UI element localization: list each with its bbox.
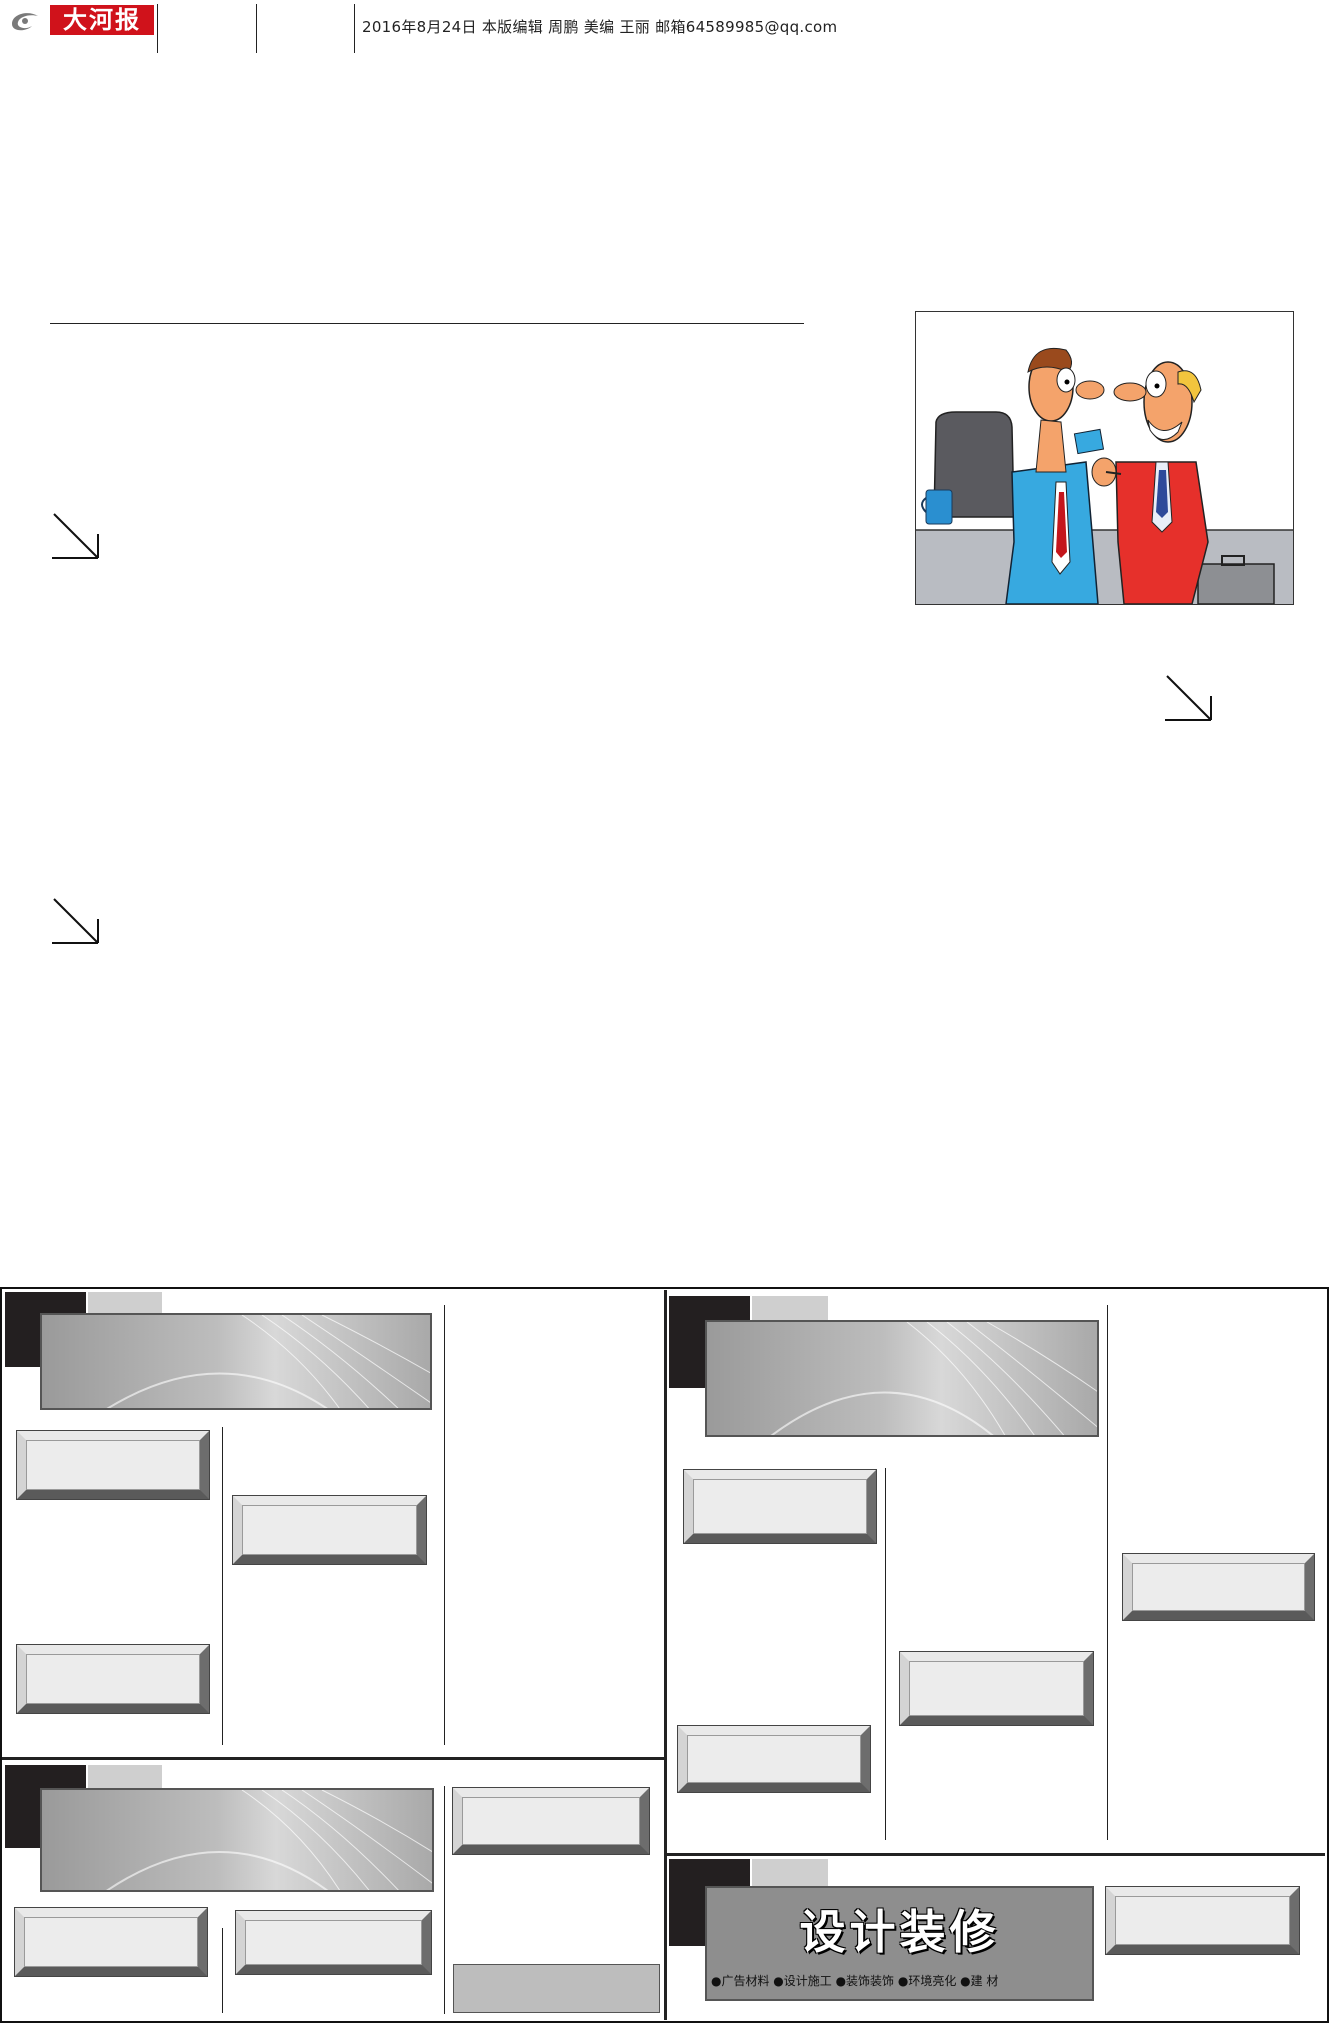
design-banner-services: ●广告材料 ●设计施工 ●装饰装饰 ●环境亮化 ●建 材 xyxy=(711,1974,999,1988)
column-divider xyxy=(444,1786,445,2014)
page-info-line: 2016年8月24日 本版编辑 周鹏 美编 王丽 邮箱64589985@qq.c… xyxy=(362,18,838,36)
ads-right-divider xyxy=(667,1853,1325,1856)
ad-box xyxy=(14,1907,208,1977)
ad-box xyxy=(683,1469,877,1544)
ad-box xyxy=(16,1430,210,1500)
design-renovation-banner: 设计装修 ●广告材料 ●设计施工 ●装饰装饰 ●环境亮化 ●建 材 xyxy=(705,1886,1094,2001)
arrow-down-right-icon xyxy=(1165,675,1212,721)
ad-box xyxy=(1122,1553,1315,1621)
masthead-divider xyxy=(256,4,257,53)
ad-box xyxy=(452,1787,650,1855)
column-divider xyxy=(444,1305,445,1745)
masthead-divider xyxy=(354,4,355,53)
ads-left-divider xyxy=(2,1757,664,1760)
category-banner xyxy=(40,1788,434,1892)
category-banner xyxy=(705,1320,1099,1437)
ad-box xyxy=(677,1725,871,1793)
design-banner-title: 设计装修 xyxy=(799,1905,1000,1959)
ad-box xyxy=(899,1651,1094,1726)
ads-center-divider xyxy=(664,1290,667,2020)
masthead-divider xyxy=(157,4,158,53)
column-divider xyxy=(1107,1305,1108,1840)
category-banner xyxy=(40,1313,432,1410)
newspaper-logo: 大河报 xyxy=(50,5,154,35)
column-divider xyxy=(885,1468,886,1840)
swirl-logo-icon xyxy=(12,13,38,31)
ad-box xyxy=(1105,1886,1300,1955)
arrow-down-right-icon xyxy=(52,513,99,559)
article-rule xyxy=(50,323,804,324)
column-divider xyxy=(222,1427,223,1745)
ad-box-plain xyxy=(453,1964,660,2013)
ad-box xyxy=(235,1910,432,1975)
column-divider xyxy=(222,1928,223,2013)
ad-box xyxy=(16,1644,210,1714)
arrow-down-right-icon xyxy=(52,898,99,944)
ad-box xyxy=(232,1495,427,1565)
cartoon-handshake-illustration xyxy=(915,311,1294,605)
